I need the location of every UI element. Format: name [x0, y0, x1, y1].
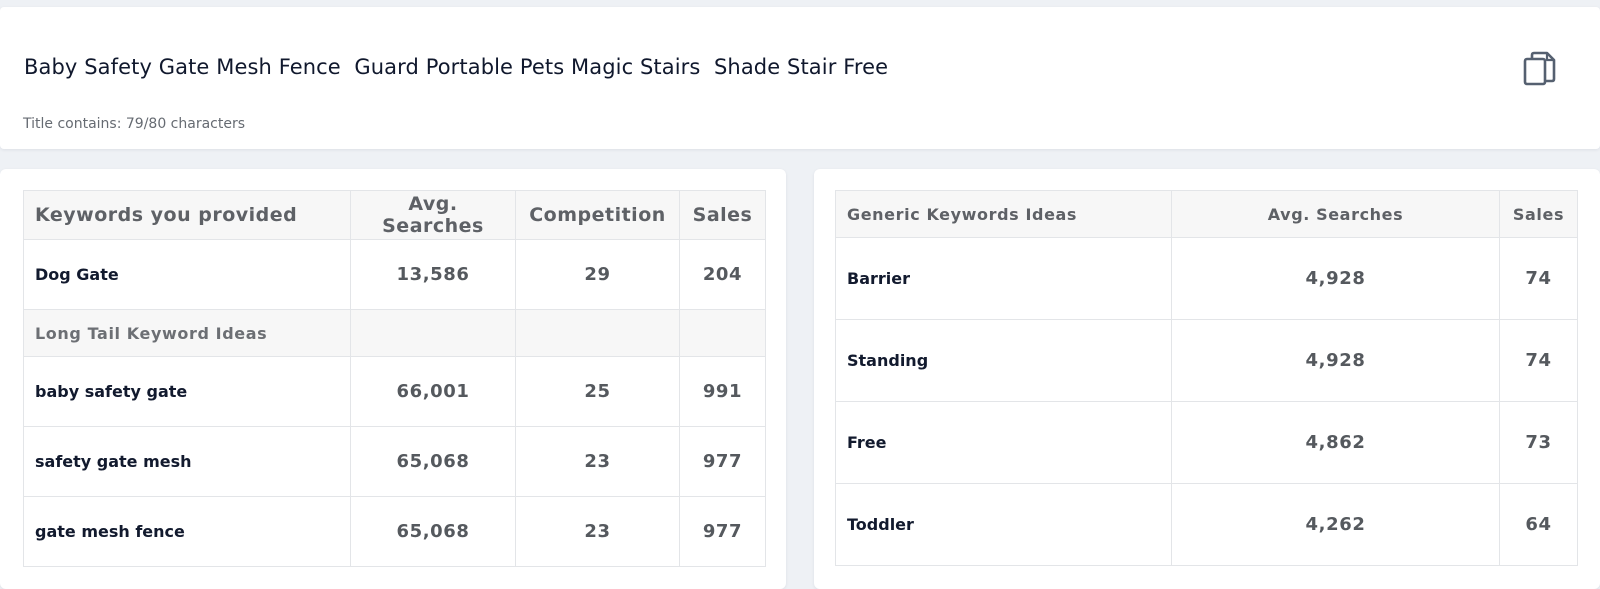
- table-row: baby safety gate 66,001 25 991: [23, 356, 766, 427]
- sales-cell: 64: [1499, 483, 1578, 566]
- competition-cell: 29: [515, 239, 680, 310]
- table-header-row: Keywords you provided Avg. Searches Comp…: [23, 190, 766, 240]
- copy-title-button[interactable]: [1523, 51, 1557, 89]
- column-header-sales: Sales: [679, 190, 766, 240]
- keyword-cell: Dog Gate: [23, 239, 351, 310]
- title-card: Baby Safety Gate Mesh Fence Guard Portab…: [0, 7, 1600, 149]
- generic-keywords-panel: Generic Keywords Ideas Avg. Searches Sal…: [814, 169, 1600, 589]
- table-row: Barrier 4,928 74: [835, 237, 1578, 320]
- column-header-generic-keywords: Generic Keywords Ideas: [835, 190, 1172, 238]
- column-header-competition: Competition: [515, 190, 680, 240]
- keyword-cell: Toddler: [835, 483, 1172, 566]
- sales-cell: 977: [679, 426, 766, 497]
- table-row: Dog Gate 13,586 29 204: [23, 239, 766, 310]
- table-row: Free 4,862 73: [835, 401, 1578, 484]
- generic-keywords-table: Generic Keywords Ideas Avg. Searches Sal…: [835, 190, 1578, 566]
- searches-cell: 4,928: [1171, 319, 1500, 402]
- column-header-avg-searches: Avg. Searches: [350, 190, 516, 240]
- provided-keywords-table: Keywords you provided Avg. Searches Comp…: [23, 190, 766, 567]
- long-tail-subheader-row: Long Tail Keyword Ideas: [23, 309, 766, 357]
- table-row: gate mesh fence 65,068 23 977: [23, 496, 766, 567]
- keyword-cell: gate mesh fence: [23, 496, 351, 567]
- searches-cell: 65,068: [350, 496, 516, 567]
- keyword-cell: baby safety gate: [23, 356, 351, 427]
- sales-cell: 204: [679, 239, 766, 310]
- table-row: safety gate mesh 65,068 23 977: [23, 426, 766, 497]
- provided-keywords-panel: Keywords you provided Avg. Searches Comp…: [0, 169, 786, 589]
- column-header-avg-searches: Avg. Searches: [1171, 190, 1500, 238]
- keyword-cell: Standing: [835, 319, 1172, 402]
- sales-cell: 73: [1499, 401, 1578, 484]
- generated-title[interactable]: Baby Safety Gate Mesh Fence Guard Portab…: [24, 55, 888, 79]
- searches-cell: 4,262: [1171, 483, 1500, 566]
- searches-cell: 4,862: [1171, 401, 1500, 484]
- sales-cell: 977: [679, 496, 766, 567]
- long-tail-subheader: Long Tail Keyword Ideas: [23, 309, 351, 357]
- keyword-cell: safety gate mesh: [23, 426, 351, 497]
- sales-cell: 74: [1499, 319, 1578, 402]
- searches-cell: 13,586: [350, 239, 516, 310]
- sales-cell: 74: [1499, 237, 1578, 320]
- copy-icon: [1523, 51, 1556, 86]
- table-row: Toddler 4,262 64: [835, 483, 1578, 566]
- table-header-row: Generic Keywords Ideas Avg. Searches Sal…: [835, 190, 1578, 238]
- keyword-cell: Barrier: [835, 237, 1172, 320]
- searches-cell: 65,068: [350, 426, 516, 497]
- searches-cell: 4,928: [1171, 237, 1500, 320]
- table-row: Standing 4,928 74: [835, 319, 1578, 402]
- searches-cell: 66,001: [350, 356, 516, 427]
- column-header-sales: Sales: [1499, 190, 1578, 238]
- title-character-count: Title contains: 79/80 characters: [23, 116, 246, 132]
- column-header-keywords: Keywords you provided: [23, 190, 351, 240]
- competition-cell: 23: [515, 496, 680, 567]
- competition-cell: 23: [515, 426, 680, 497]
- sales-cell: 991: [679, 356, 766, 427]
- competition-cell: 25: [515, 356, 680, 427]
- keyword-cell: Free: [835, 401, 1172, 484]
